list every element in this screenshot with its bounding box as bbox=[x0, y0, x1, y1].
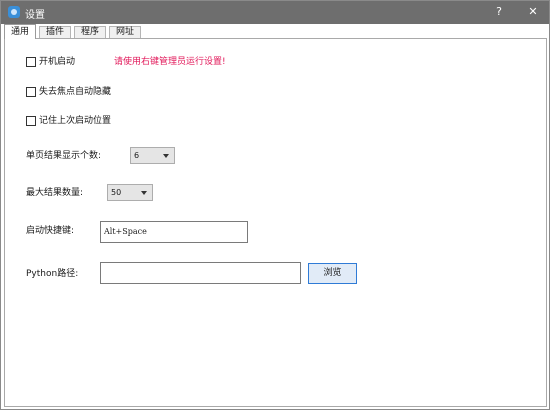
chevron-down-icon bbox=[163, 154, 169, 158]
close-button[interactable]: ✕ bbox=[524, 3, 542, 21]
help-button[interactable]: ? bbox=[490, 3, 508, 21]
startup-checkbox-row[interactable]: 开机启动 bbox=[26, 56, 106, 68]
hotkey-label: 启动快捷键: bbox=[26, 226, 75, 236]
max-results-label: 最大结果数量: bbox=[26, 188, 84, 198]
remember-position-checkbox[interactable] bbox=[26, 116, 36, 126]
chevron-down-icon bbox=[141, 191, 147, 195]
startup-checkbox[interactable] bbox=[26, 57, 36, 67]
hotkey-value: Alt+Space bbox=[104, 227, 147, 236]
tab-websites[interactable]: 网址 bbox=[109, 26, 142, 38]
general-settings-panel: 开机启动 请使用右键管理员运行设置! 失去焦点自动隐藏 记住上次启动位置 单页结… bbox=[4, 38, 547, 407]
results-per-page-select[interactable]: 6 bbox=[130, 147, 175, 164]
tab-general[interactable]: 通用 bbox=[4, 24, 37, 39]
auto-hide-checkbox-label: 失去焦点自动隐藏 bbox=[39, 87, 112, 97]
results-per-page-label: 单页结果显示个数: bbox=[26, 151, 102, 161]
python-path-input[interactable] bbox=[100, 262, 301, 284]
tab-programs[interactable]: 程序 bbox=[74, 26, 107, 38]
tab-plugins[interactable]: 插件 bbox=[39, 26, 72, 38]
max-results-value: 50 bbox=[111, 188, 122, 197]
admin-warning-text: 请使用右键管理员运行设置! bbox=[114, 57, 226, 67]
app-icon bbox=[8, 6, 20, 18]
tab-bar: 通用 插件 程序 网址 bbox=[1, 24, 549, 39]
startup-checkbox-label: 开机启动 bbox=[39, 57, 76, 67]
browse-button[interactable]: 浏览 bbox=[308, 263, 357, 284]
hotkey-input[interactable]: Alt+Space bbox=[100, 221, 248, 243]
python-path-label: Python路径: bbox=[26, 269, 79, 279]
results-per-page-value: 6 bbox=[134, 151, 140, 160]
auto-hide-checkbox[interactable] bbox=[26, 87, 36, 97]
title-bar: 设置 ? ✕ bbox=[1, 1, 549, 24]
window-title: 设置 bbox=[25, 10, 45, 21]
auto-hide-checkbox-row[interactable]: 失去焦点自动隐藏 bbox=[26, 86, 146, 98]
remember-position-checkbox-label: 记住上次启动位置 bbox=[39, 116, 112, 126]
settings-window: 设置 ? ✕ 通用 插件 程序 网址 开机启动 请使用右键管理员运行设置! 失去… bbox=[0, 0, 550, 410]
remember-position-checkbox-row[interactable]: 记住上次启动位置 bbox=[26, 115, 146, 127]
max-results-select[interactable]: 50 bbox=[107, 184, 153, 201]
